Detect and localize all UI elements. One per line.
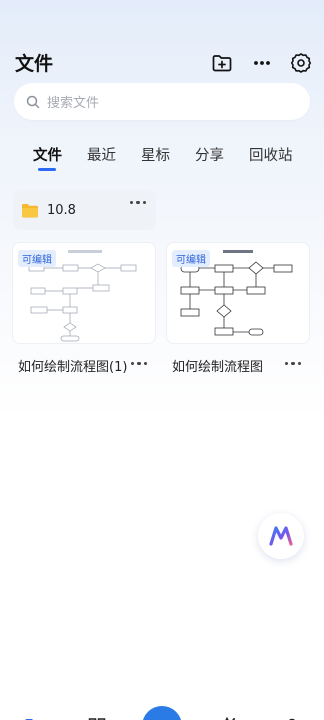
folder-name: 10.8: [47, 202, 76, 218]
file-thumbnail[interactable]: 可编辑: [12, 242, 156, 344]
tab-recent[interactable]: 最近: [87, 144, 116, 165]
tab-files[interactable]: 文件: [33, 144, 62, 165]
profile-icon[interactable]: [285, 712, 299, 720]
file-thumbnail[interactable]: 可编辑: [166, 242, 310, 344]
folder-more-icon[interactable]: [129, 201, 146, 205]
new-folder-icon[interactable]: [210, 51, 234, 75]
search-input[interactable]: 搜索文件: [14, 83, 310, 120]
page-title: 文件: [15, 53, 54, 75]
tab-recycle-bin[interactable]: 回收站: [249, 144, 293, 165]
search-placeholder: 搜索文件: [47, 96, 100, 111]
editable-badge: 可编辑: [172, 250, 210, 267]
tab-active-indicator: [38, 168, 56, 171]
file-more-icon[interactable]: [285, 362, 302, 366]
file-more-icon[interactable]: [131, 362, 148, 366]
search-icon: [26, 95, 40, 108]
folder-item[interactable]: 10.8: [13, 190, 156, 230]
editable-badge: 可编辑: [18, 250, 56, 267]
tab-bar: 文件 最近 星标 分享 回收站: [0, 144, 324, 171]
file-name: 如何绘制流程图(1): [18, 360, 128, 375]
tab-starred[interactable]: 星标: [141, 144, 170, 165]
file-name: 如何绘制流程图: [172, 360, 264, 375]
files-icon[interactable]: [24, 712, 44, 720]
ai-icon[interactable]: [220, 712, 238, 720]
apps-icon[interactable]: [88, 712, 106, 720]
ai-logo-icon: [269, 526, 293, 546]
folder-icon: [22, 203, 38, 217]
settings-icon[interactable]: [289, 51, 313, 75]
ai-assistant-button[interactable]: [258, 513, 304, 559]
more-icon[interactable]: [250, 51, 274, 75]
tab-shared[interactable]: 分享: [195, 144, 224, 165]
header: 文件: [0, 0, 324, 80]
